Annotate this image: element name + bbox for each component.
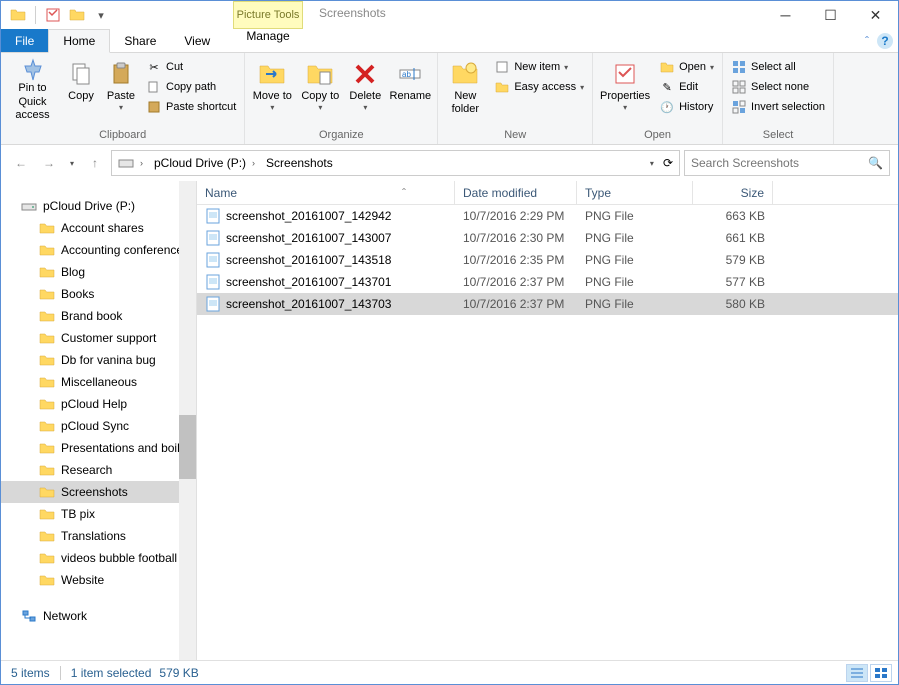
move-to-button[interactable]: Move to▾ <box>249 56 295 124</box>
open-button[interactable]: Open ▾ <box>655 58 718 76</box>
ribbon-group-organize: Move to▾ Copy to▾ Delete▾ ab Rename Orga… <box>245 53 438 144</box>
search-input[interactable] <box>691 156 861 170</box>
column-size[interactable]: Size <box>693 181 773 204</box>
column-type[interactable]: Type <box>577 181 693 204</box>
tree-folder[interactable]: Brand book <box>1 305 196 327</box>
qat-properties-icon[interactable] <box>42 4 64 26</box>
edit-button[interactable]: ✎Edit <box>655 78 718 96</box>
tab-home[interactable]: Home <box>48 29 110 53</box>
quick-access-toolbar: ▾ <box>1 4 112 26</box>
properties-button[interactable]: Properties▾ <box>597 56 653 124</box>
status-bar: 5 items 1 item selected 579 KB <box>1 660 898 684</box>
tree-folder[interactable]: Research <box>1 459 196 481</box>
breadcrumb-root[interactable]: pCloud Drive (P:)› <box>150 156 261 170</box>
easy-access-button[interactable]: Easy access ▾ <box>490 78 588 96</box>
paste-button[interactable]: Paste▾ <box>102 56 140 124</box>
column-date[interactable]: Date modified <box>455 181 577 204</box>
tree-folder[interactable]: Miscellaneous <box>1 371 196 393</box>
copy-path-button[interactable]: Copy path <box>142 78 240 96</box>
tree-folder[interactable]: Website <box>1 569 196 591</box>
tree-folder[interactable]: Screenshots <box>1 481 196 503</box>
status-item-count: 5 items <box>11 666 50 680</box>
view-details-button[interactable] <box>846 664 868 682</box>
qat-folder2-icon[interactable] <box>66 4 88 26</box>
search-icon[interactable]: 🔍 <box>868 156 883 170</box>
paste-shortcut-button[interactable]: Paste shortcut <box>142 98 240 116</box>
tree-folder[interactable]: Presentations and boilerplates <box>1 437 196 459</box>
tree-folder[interactable]: Db for vanina bug <box>1 349 196 371</box>
file-row[interactable]: screenshot_20161007_143518 10/7/2016 2:3… <box>197 249 898 271</box>
history-button[interactable]: 🕐History <box>655 98 718 116</box>
copy-to-button[interactable]: Copy to▾ <box>297 56 343 124</box>
file-row[interactable]: screenshot_20161007_143703 10/7/2016 2:3… <box>197 293 898 315</box>
refresh-button[interactable]: ⟳ <box>659 156 677 170</box>
tree-folder[interactable]: Accounting conferences <box>1 239 196 261</box>
address-bar: ← → ▾ ↑ › pCloud Drive (P:)› Screenshots… <box>1 145 898 181</box>
rename-button[interactable]: ab Rename <box>387 56 433 124</box>
copy-button[interactable]: Copy <box>62 56 100 124</box>
window-title: Screenshots <box>319 6 386 20</box>
forward-button[interactable]: → <box>37 151 61 175</box>
new-item-button[interactable]: New item ▾ <box>490 58 588 76</box>
tree-folder[interactable]: Customer support <box>1 327 196 349</box>
breadcrumb-dropdown[interactable]: ▾ <box>646 159 658 168</box>
select-all-button[interactable]: Select all <box>727 58 829 76</box>
tree-folder[interactable]: pCloud Sync <box>1 415 196 437</box>
navigation-pane[interactable]: pCloud Drive (P:)Account sharesAccountin… <box>1 181 197 660</box>
tab-view[interactable]: View <box>170 29 224 52</box>
file-row[interactable]: screenshot_20161007_142942 10/7/2016 2:2… <box>197 205 898 227</box>
contextual-tab-label: Picture Tools <box>233 1 303 29</box>
help-icon[interactable]: ? <box>877 33 893 49</box>
new-folder-button[interactable]: New folder <box>442 56 488 124</box>
select-none-button[interactable]: Select none <box>727 78 829 96</box>
tree-drive[interactable]: pCloud Drive (P:) <box>1 195 196 217</box>
collapse-ribbon-icon[interactable]: ˆ <box>865 34 869 48</box>
pin-quick-access-button[interactable]: Pin to Quick access <box>5 56 60 124</box>
sidebar-scrollbar-thumb[interactable] <box>179 415 196 479</box>
status-selection: 1 item selected <box>71 666 152 680</box>
tree-folder[interactable]: Account shares <box>1 217 196 239</box>
file-row[interactable]: screenshot_20161007_143007 10/7/2016 2:3… <box>197 227 898 249</box>
tab-share[interactable]: Share <box>110 29 170 52</box>
column-headers: Nameˆ Date modified Type Size <box>197 181 898 205</box>
breadcrumb[interactable]: › pCloud Drive (P:)› Screenshots ▾ ⟳ <box>111 150 680 176</box>
tab-file[interactable]: File <box>1 29 48 52</box>
breadcrumb-current[interactable]: Screenshots <box>262 156 337 170</box>
qat-folder-icon[interactable] <box>7 4 29 26</box>
tree-folder[interactable]: TB pix <box>1 503 196 525</box>
ribbon-tabs: File Home Share View Manage ˆ ? <box>1 29 898 53</box>
ribbon-group-clipboard: Pin to Quick access Copy Paste▾ ✂Cut Cop… <box>1 53 245 144</box>
delete-button[interactable]: Delete▾ <box>345 56 385 124</box>
file-list[interactable]: Nameˆ Date modified Type Size screenshot… <box>197 181 898 660</box>
search-box[interactable]: 🔍 <box>684 150 890 176</box>
close-button[interactable]: ✕ <box>853 1 898 29</box>
title-bar: ▾ Picture Tools Screenshots ─ ☐ ✕ <box>1 1 898 29</box>
maximize-button[interactable]: ☐ <box>808 1 853 29</box>
ribbon: Pin to Quick access Copy Paste▾ ✂Cut Cop… <box>1 53 898 145</box>
tree-folder[interactable]: pCloud Help <box>1 393 196 415</box>
ribbon-group-select: Select all Select none Invert selection … <box>723 53 834 144</box>
tree-folder[interactable]: Blog <box>1 261 196 283</box>
svg-text:ab: ab <box>402 70 411 79</box>
column-name[interactable]: Nameˆ <box>197 181 455 204</box>
qat-customize-dropdown[interactable]: ▾ <box>90 4 112 26</box>
up-button[interactable]: ↑ <box>83 151 107 175</box>
tree-folder[interactable]: videos bubble football <box>1 547 196 569</box>
tab-manage[interactable]: Manage <box>233 29 303 43</box>
view-thumbnails-button[interactable] <box>870 664 892 682</box>
recent-locations-dropdown[interactable]: ▾ <box>65 151 79 175</box>
back-button[interactable]: ← <box>9 151 33 175</box>
cut-button[interactable]: ✂Cut <box>142 58 240 76</box>
tree-folder[interactable]: Translations <box>1 525 196 547</box>
breadcrumb-drive-icon[interactable]: › <box>114 155 149 171</box>
tree-network[interactable]: Network <box>1 605 196 627</box>
tree-folder[interactable]: Books <box>1 283 196 305</box>
ribbon-group-open: Properties▾ Open ▾ ✎Edit 🕐History Open <box>593 53 723 144</box>
invert-selection-button[interactable]: Invert selection <box>727 98 829 116</box>
status-size: 579 KB <box>159 666 198 680</box>
ribbon-group-new: New folder New item ▾ Easy access ▾ New <box>438 53 593 144</box>
file-row[interactable]: screenshot_20161007_143701 10/7/2016 2:3… <box>197 271 898 293</box>
minimize-button[interactable]: ─ <box>763 1 808 29</box>
